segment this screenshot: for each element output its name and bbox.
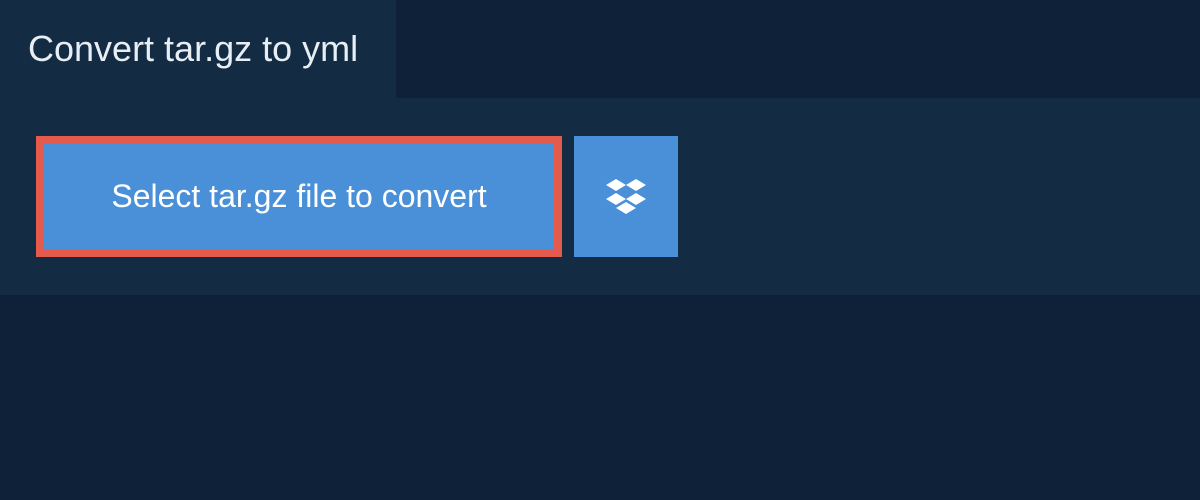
select-file-button[interactable]: Select tar.gz file to convert	[44, 144, 554, 249]
page-title-tab: Convert tar.gz to yml	[0, 0, 396, 98]
button-row: Select tar.gz file to convert	[36, 136, 1164, 257]
select-file-highlight-border: Select tar.gz file to convert	[36, 136, 562, 257]
main-panel: Select tar.gz file to convert	[0, 98, 1200, 295]
select-file-label: Select tar.gz file to convert	[111, 178, 486, 214]
dropbox-button[interactable]	[574, 136, 678, 257]
dropbox-icon	[604, 175, 648, 219]
page-title: Convert tar.gz to yml	[28, 28, 358, 69]
